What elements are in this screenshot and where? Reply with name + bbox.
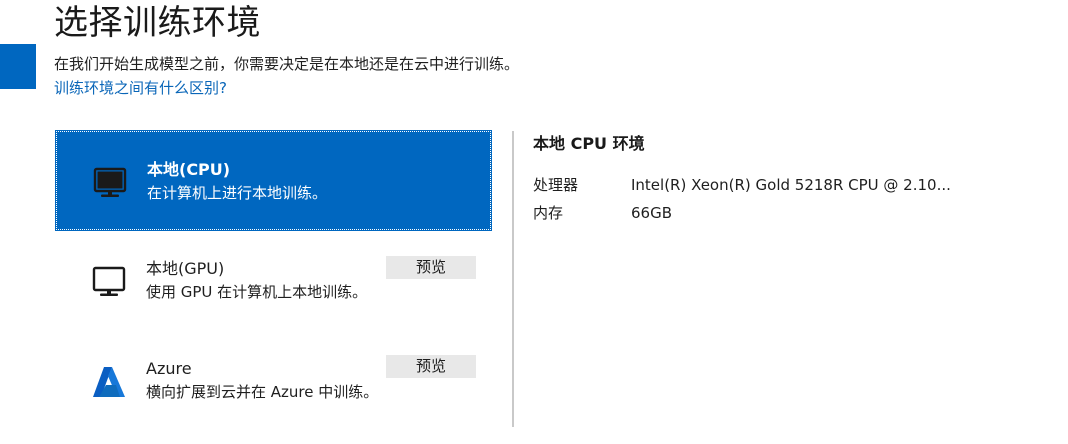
option-local-cpu[interactable]: 本地(CPU) 在计算机上进行本地训练。 <box>55 130 492 231</box>
details-heading: 本地 CPU 环境 <box>533 134 645 153</box>
preview-badge: 预览 <box>386 355 476 378</box>
option-subtitle: 在计算机上进行本地训练。 <box>147 184 328 202</box>
help-link[interactable]: 训练环境之间有什么区别? <box>54 78 227 98</box>
memory-row: 内存 66GB <box>533 199 1053 227</box>
option-subtitle: 使用 GPU 在计算机上本地训练。 <box>146 283 368 301</box>
processor-row: 处理器 Intel(R) Xeon(R) Gold 5218R CPU @ 2.… <box>533 171 1053 199</box>
panel-divider <box>512 131 514 427</box>
processor-value: Intel(R) Xeon(R) Gold 5218R CPU @ 2.10..… <box>631 176 951 194</box>
option-title: 本地(CPU) <box>147 160 231 179</box>
memory-label: 内存 <box>533 204 564 222</box>
option-azure[interactable]: Azure 横向扩展到云并在 Azure 中训练。 <box>56 331 491 430</box>
page-title: 选择训练环境 <box>54 3 261 43</box>
option-title: 本地(GPU) <box>146 259 225 278</box>
azure-logo-icon <box>93 367 125 397</box>
environment-details: 本地 CPU 环境 处理器 Intel(R) Xeon(R) Gold 5218… <box>533 133 1053 227</box>
preview-badge: 预览 <box>386 256 476 279</box>
processor-label: 处理器 <box>533 176 579 194</box>
monitor-icon <box>93 167 127 197</box>
selection-accent-bar <box>0 44 36 89</box>
memory-value: 66GB <box>631 204 673 222</box>
page-description: 在我们开始生成模型之前，你需要决定是在本地还是在云中进行训练。 <box>54 55 520 73</box>
option-title: Azure <box>146 359 192 378</box>
monitor-icon <box>92 266 126 296</box>
option-subtitle: 横向扩展到云并在 Azure 中训练。 <box>146 383 379 401</box>
option-local-gpu[interactable]: 本地(GPU) 使用 GPU 在计算机上本地训练。 <box>56 231 491 330</box>
